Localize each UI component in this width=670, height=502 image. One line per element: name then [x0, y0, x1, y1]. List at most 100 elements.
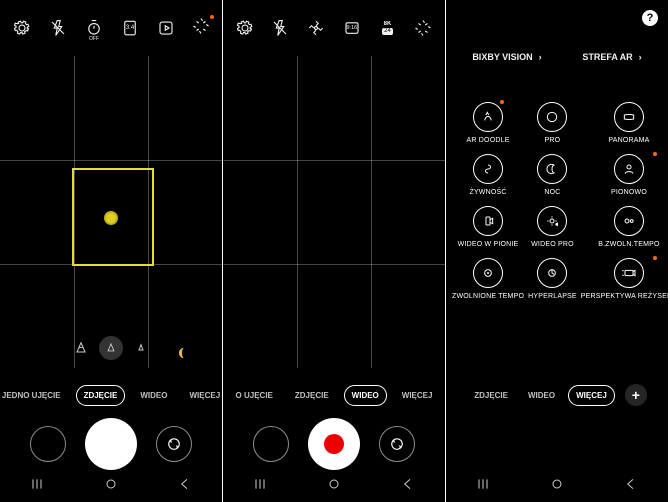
mode-selector[interactable]: ZDJĘCIE WIDEO WIĘCEJ +: [446, 384, 668, 406]
mode-item-zwolnione-tempo[interactable]: ZWOLNIONE TEMPO: [452, 258, 524, 300]
flash-off-icon[interactable]: [270, 18, 290, 38]
mode-selector[interactable]: O UJĘCIE ZDJĘCIE WIDEO WIĘCEJ: [223, 385, 445, 406]
switch-camera-button[interactable]: [379, 426, 415, 462]
camera-more-screen: ? BIXBY VISION › STREFA AR › AR DOODLE PR…: [446, 0, 669, 502]
chevron-right-icon: ›: [639, 52, 642, 62]
top-toolbar: 9:16 8K 24: [223, 0, 445, 56]
switch-camera-button[interactable]: [156, 426, 192, 462]
mode-icon: [537, 154, 567, 184]
nav-home-icon[interactable]: [103, 476, 119, 497]
mode-icon: [614, 206, 644, 236]
mode-item-wideo-pro[interactable]: WIDEO PRO: [528, 206, 577, 248]
mode-icon: [537, 258, 567, 288]
zoom-wide-icon[interactable]: [99, 336, 123, 360]
viewfinder[interactable]: [223, 56, 445, 368]
mode-item-label: ZWOLNIONE TEMPO: [452, 293, 524, 300]
mode-icon: [473, 154, 503, 184]
resolution-icon[interactable]: 8K 24: [377, 18, 397, 38]
mode-single-take[interactable]: JEDNO UJĘCIE: [0, 386, 68, 405]
help-icon[interactable]: ?: [642, 10, 658, 26]
modes-grid: AR DOODLE PRO PANORAMA ŻYWNOŚĆ NOC PIONOWO WID…: [446, 92, 668, 310]
mode-icon: [473, 102, 503, 132]
mode-item-label: HYPERLAPSE: [528, 293, 577, 300]
mode-photo[interactable]: ZDJĘCIE: [467, 386, 515, 405]
mode-item-label: PANORAMA: [608, 137, 649, 144]
settings-icon[interactable]: [235, 18, 255, 38]
timer-label: OFF: [89, 36, 99, 42]
link-bixby-vision[interactable]: BIXBY VISION ›: [472, 52, 541, 62]
mode-item-hyperlapse[interactable]: HYPERLAPSE: [528, 258, 577, 300]
viewfinder[interactable]: [0, 56, 222, 368]
add-mode-button[interactable]: +: [625, 384, 647, 406]
filters-icon[interactable]: [413, 18, 433, 38]
mode-photo[interactable]: ZDJĘCIE: [76, 385, 126, 406]
link-label: BIXBY VISION: [472, 52, 532, 62]
mode-item--ywno-[interactable]: ŻYWNOŚĆ: [452, 154, 524, 196]
ratio-icon[interactable]: 3:4: [120, 18, 140, 38]
super-steady-icon[interactable]: [306, 18, 326, 38]
settings-icon[interactable]: [12, 18, 32, 38]
mode-item-perspektywa-re-ysera[interactable]: PERSPEKTYWA REŻYSERA: [581, 258, 670, 300]
nav-home-icon[interactable]: [549, 476, 565, 497]
mode-item-label: ŻYWNOŚĆ: [469, 189, 506, 196]
mode-item-label: PIONOWO: [611, 189, 647, 196]
chevron-right-icon: ›: [539, 52, 542, 62]
mode-single-take[interactable]: O UJĘCIE: [229, 386, 280, 405]
mode-video[interactable]: WIDEO: [344, 385, 387, 406]
mode-video[interactable]: WIDEO: [521, 386, 562, 405]
filters-icon[interactable]: [192, 17, 210, 40]
mode-photo[interactable]: ZDJĘCIE: [288, 386, 336, 405]
motion-photo-icon[interactable]: [156, 18, 176, 38]
timer-icon[interactable]: OFF: [84, 18, 104, 38]
ratio-icon[interactable]: 9:16: [342, 18, 362, 38]
nav-home-icon[interactable]: [326, 476, 342, 497]
mode-more[interactable]: WIĘCEJ: [182, 386, 227, 405]
nav-bar: [0, 474, 222, 498]
mode-icon: [614, 258, 644, 288]
camera-photo-screen: OFF 3:4 JEDNO UJĘCIE ZDJĘCIE WIDEO WIĘCE…: [0, 0, 223, 502]
shutter-button[interactable]: [85, 418, 137, 470]
gallery-thumbnail[interactable]: [30, 426, 66, 462]
mode-more[interactable]: WIĘCEJ: [395, 386, 440, 405]
scene-night-icon: [176, 346, 190, 360]
mode-item-ar-doodle[interactable]: AR DOODLE: [452, 102, 524, 144]
flash-off-icon[interactable]: [48, 18, 68, 38]
mode-item-label: WIDEO W PIONIE: [458, 241, 519, 248]
mode-selector[interactable]: JEDNO UJĘCIE ZDJĘCIE WIDEO WIĘCEJ: [0, 385, 222, 406]
nav-back-icon[interactable]: [400, 476, 416, 497]
zoom-tele-icon[interactable]: [133, 340, 149, 356]
focus-point: [104, 211, 118, 225]
nav-recents-icon[interactable]: [252, 476, 268, 497]
mode-item-b-zwoln-tempo[interactable]: B.ZWOLN.TEMPO: [581, 206, 670, 248]
shutter-row: [223, 418, 445, 470]
nav-back-icon[interactable]: [623, 476, 639, 497]
record-button[interactable]: [308, 418, 360, 470]
mode-icon: [614, 154, 644, 184]
mode-item-label: AR DOODLE: [467, 137, 510, 144]
fps-label: 24: [382, 28, 393, 35]
mode-item-pionowo[interactable]: PIONOWO: [581, 154, 670, 196]
mode-item-label: NOC: [544, 189, 560, 196]
nav-bar: [223, 474, 445, 498]
mode-item-label: WIDEO PRO: [531, 241, 574, 248]
nav-recents-icon[interactable]: [29, 476, 45, 497]
link-ar-zone[interactable]: STREFA AR ›: [582, 52, 641, 62]
mode-item-panorama[interactable]: PANORAMA: [581, 102, 670, 144]
mode-icon: [473, 206, 503, 236]
mode-item-noc[interactable]: NOC: [528, 154, 577, 196]
mode-more[interactable]: WIĘCEJ: [568, 385, 615, 406]
mode-video[interactable]: WIDEO: [133, 386, 174, 405]
gallery-thumbnail[interactable]: [253, 426, 289, 462]
header-links: BIXBY VISION › STREFA AR ›: [446, 34, 668, 68]
nav-recents-icon[interactable]: [475, 476, 491, 497]
mode-item-pro[interactable]: PRO: [528, 102, 577, 144]
ratio-label: 3:4: [126, 25, 134, 31]
mode-item-label: B.ZWOLN.TEMPO: [598, 241, 659, 248]
mode-item-label: PERSPEKTYWA REŻYSERA: [581, 293, 670, 300]
nav-bar: [446, 474, 668, 498]
camera-video-screen: 9:16 8K 24 O UJĘCIE ZDJĘCIE WIDEO WIĘCEJ: [223, 0, 446, 502]
nav-back-icon[interactable]: [177, 476, 193, 497]
mode-item-wideo-w-pionie[interactable]: WIDEO W PIONIE: [452, 206, 524, 248]
link-label: STREFA AR: [582, 52, 632, 62]
zoom-ultrawide-icon[interactable]: [73, 340, 89, 356]
